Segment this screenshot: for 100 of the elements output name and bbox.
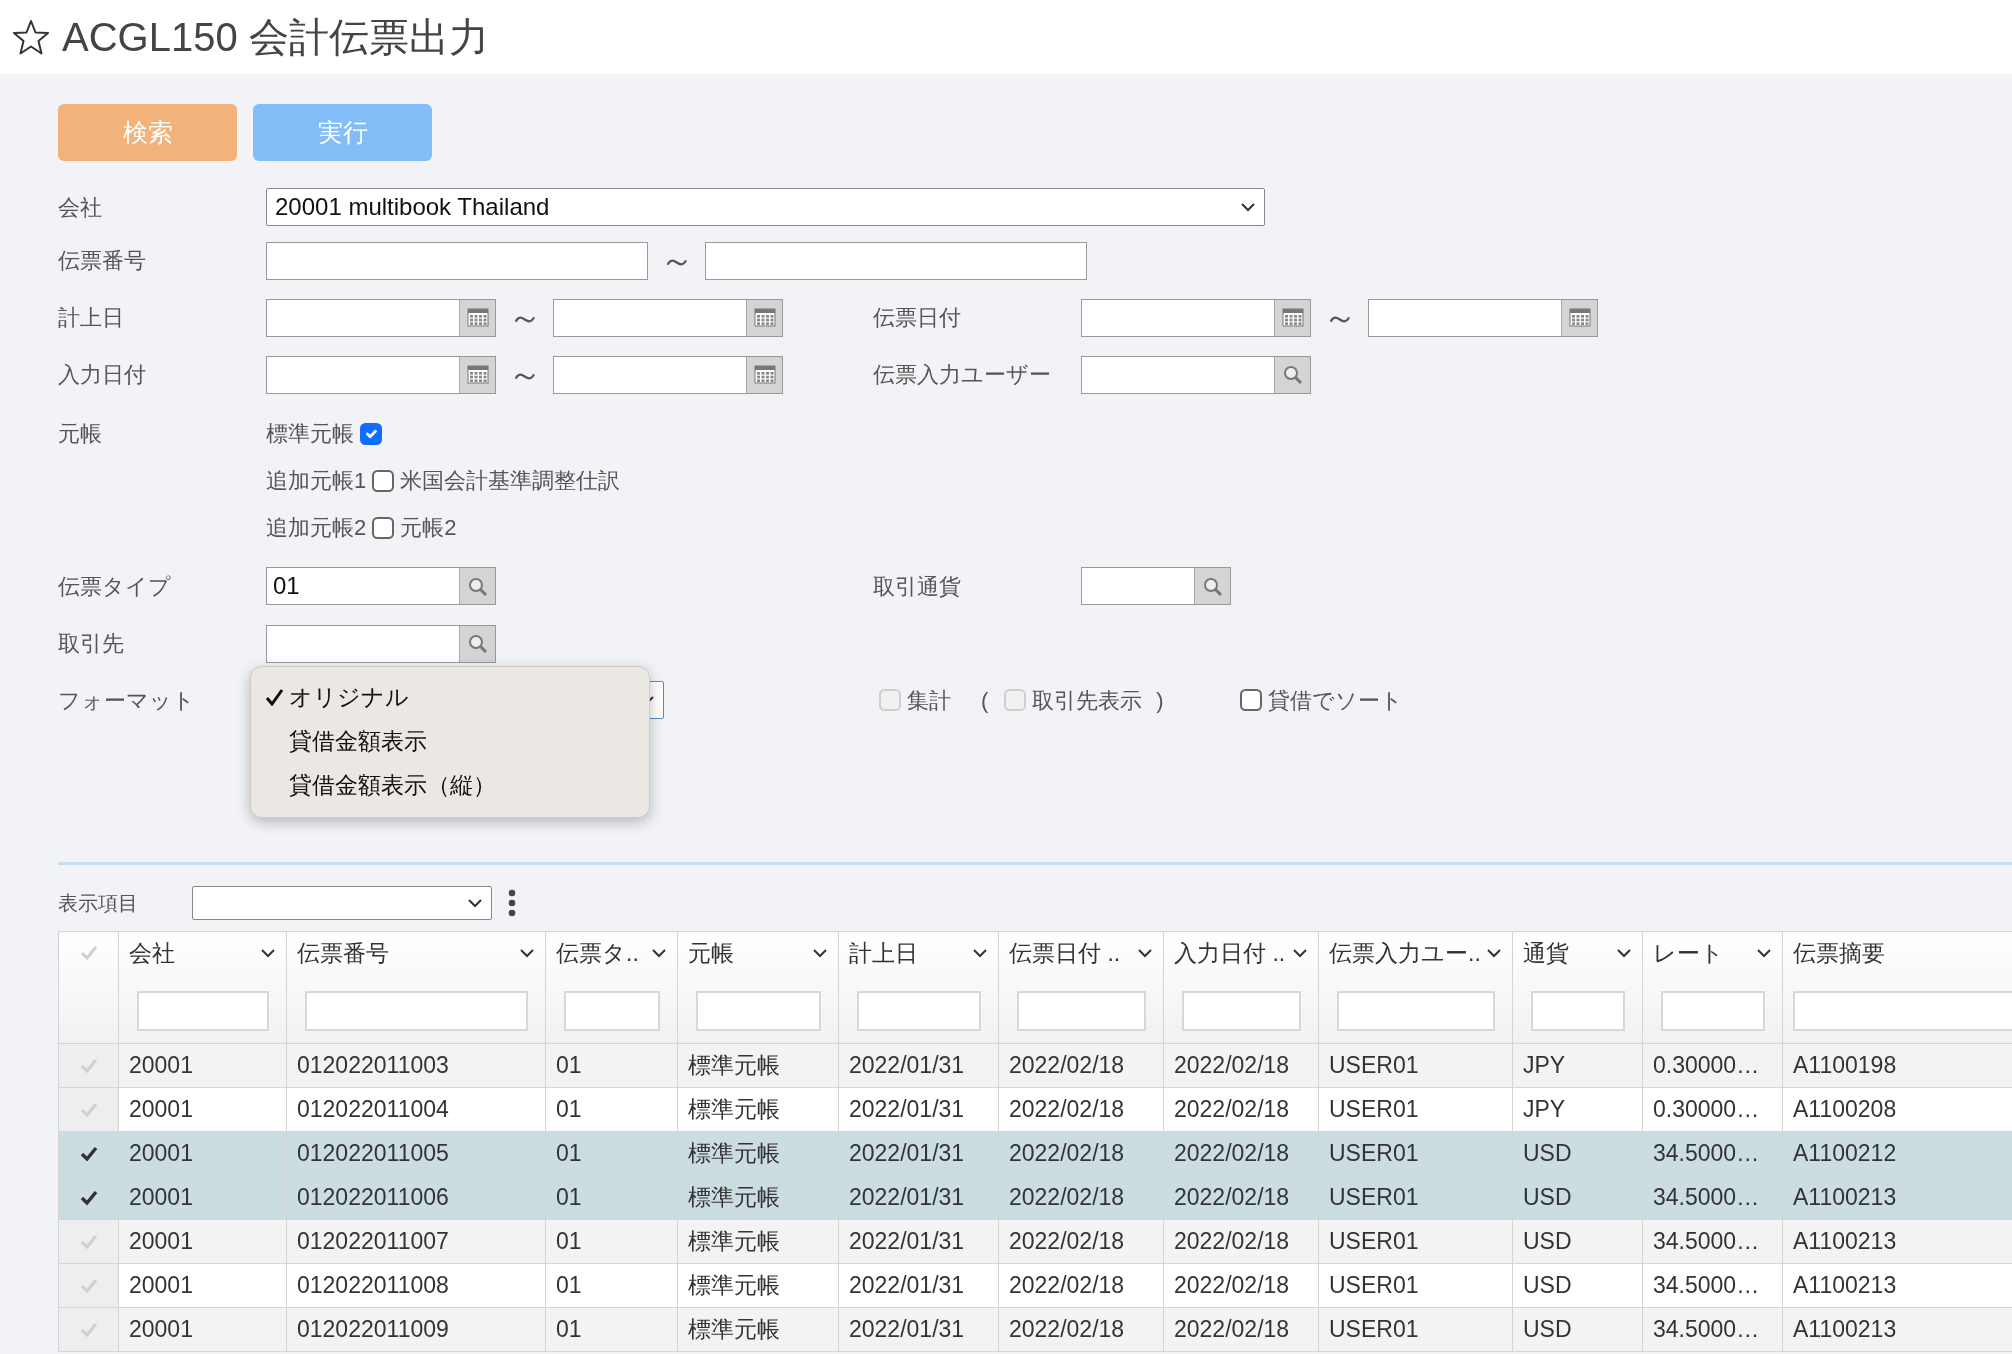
filter-field[interactable] <box>1181 990 1301 1031</box>
filter-field[interactable] <box>304 990 528 1031</box>
table-cell: USER01 <box>1318 1087 1513 1132</box>
sort-chevron-icon <box>651 947 667 960</box>
table-cell: 標準元帳 <box>677 1043 839 1088</box>
lookup-field[interactable] <box>1081 567 1231 605</box>
table-row[interactable]: 20001 012022011008 01 標準元帳 2022/01/31 2022/02/18 2022/02/18 USER01 USD 34.5000… A1100213 <box>58 1263 2012 1308</box>
filter-field[interactable] <box>563 990 660 1031</box>
more-options-icon[interactable] <box>508 889 516 917</box>
ledger-caption: 追加元帳2 <box>266 514 367 542</box>
column-header[interactable]: レート <box>1653 936 1724 971</box>
sort-chevron-icon <box>1292 947 1308 960</box>
table-row[interactable]: 20001 012022011009 01 標準元帳 2022/01/31 2022/02/18 2022/02/18 USER01 USD 34.5000… A1100213 <box>58 1307 2012 1352</box>
field-label: 計上日 <box>58 304 125 332</box>
table-cell: JPY <box>1512 1043 1643 1088</box>
table-cell: 2022/02/18 <box>998 1219 1164 1264</box>
filter-field[interactable] <box>1660 990 1765 1031</box>
lookup-field[interactable] <box>266 624 496 663</box>
table-cell: 01 <box>545 1131 678 1176</box>
table-cell: A1100213 <box>1782 1307 2012 1352</box>
table-cell: 標準元帳 <box>677 1219 839 1264</box>
table-cell: USER01 <box>1318 1263 1513 1308</box>
table-cell: A1100208 <box>1782 1087 2012 1132</box>
checkbox[interactable] <box>372 516 395 539</box>
table-cell: 2022/02/18 <box>1163 1175 1319 1220</box>
input-field[interactable]: 01 <box>267 568 459 604</box>
checkbox[interactable] <box>372 469 395 492</box>
input-field[interactable] <box>266 241 648 280</box>
sort-chevron-icon <box>260 947 276 960</box>
filter-field[interactable] <box>856 990 981 1031</box>
range-separator: ～ <box>506 297 543 338</box>
filter-field[interactable] <box>1336 990 1495 1031</box>
table-cell: 01 <box>545 1307 678 1352</box>
date-field[interactable] <box>1368 298 1598 337</box>
calendar-icon <box>753 307 776 328</box>
table-row[interactable]: 20001 012022011005 01 標準元帳 2022/01/31 2022/02/18 2022/02/18 USER01 USD 34.5000… A1100212 <box>58 1131 2012 1176</box>
check-icon <box>79 1277 98 1294</box>
column-header[interactable]: 伝票番号 <box>297 936 389 971</box>
table-row[interactable]: 20001 012022011003 01 標準元帳 2022/01/31 2022/02/18 2022/02/18 USER01 JPY 0.30000… A1100198 <box>58 1043 2012 1088</box>
checkbox[interactable] <box>360 422 382 445</box>
page-title: ACGL150 会計伝票出力 <box>62 17 489 57</box>
table-cell: USER01 <box>1318 1175 1513 1220</box>
table-cell: 2022/02/18 <box>998 1087 1164 1132</box>
column-header[interactable]: 計上日 <box>849 936 918 971</box>
check-icon <box>79 1145 98 1162</box>
table-cell: 01 <box>545 1219 678 1264</box>
table-cell: 2022/01/31 <box>838 1087 999 1132</box>
table-row[interactable]: 20001 012022011006 01 標準元帳 2022/01/31 2022/02/18 2022/02/18 USER01 USD 34.5000… A1100213 <box>58 1175 2012 1220</box>
column-header[interactable]: 伝票摘要 <box>1793 936 1885 971</box>
ledger-caption: 追加元帳1 <box>266 467 367 495</box>
checkbox-label: 元帳2 <box>400 514 457 542</box>
menu-option[interactable]: 貸借金額表示（縦） <box>251 763 649 807</box>
range-separator: ～ <box>506 354 543 395</box>
column-header[interactable]: 元帳 <box>688 936 734 971</box>
sort-chevron-icon <box>519 947 535 960</box>
filter-field[interactable] <box>1530 990 1625 1031</box>
column-header[interactable]: 伝票タ.. <box>556 936 639 971</box>
table-cell: A1100213 <box>1782 1175 2012 1220</box>
star-icon <box>12 18 50 56</box>
menu-option[interactable]: 貸借金額表示 <box>251 719 649 763</box>
check-icon <box>79 1101 98 1118</box>
sort-chevron-icon <box>1616 947 1632 960</box>
table-cell: 2022/01/31 <box>838 1263 999 1308</box>
table-cell: 34.5000… <box>1642 1219 1783 1264</box>
column-header[interactable]: 通貨 <box>1523 936 1569 971</box>
ledger-caption: 標準元帳 <box>266 420 354 448</box>
filter-field[interactable] <box>1016 990 1146 1031</box>
input-field[interactable] <box>705 241 1087 280</box>
filter-field[interactable] <box>695 990 821 1031</box>
table-cell: 20001 <box>118 1043 287 1088</box>
date-field[interactable] <box>553 298 783 337</box>
column-header[interactable]: 会社 <box>129 936 175 971</box>
table-cell: 34.5000… <box>1642 1131 1783 1176</box>
date-field[interactable] <box>266 298 496 337</box>
calendar-icon <box>466 364 489 385</box>
calendar-icon <box>1568 307 1591 328</box>
field-label: 取引通貨 <box>873 572 962 601</box>
field-label: 会社 <box>58 193 103 222</box>
date-field[interactable] <box>1081 298 1311 337</box>
filter-field[interactable] <box>136 990 269 1031</box>
table-cell: 2022/02/18 <box>998 1307 1164 1352</box>
checkbox[interactable] <box>1239 689 1262 711</box>
search-icon <box>1201 575 1224 597</box>
lookup-field[interactable]: 01 <box>266 567 496 605</box>
sort-chevron-icon <box>812 947 828 960</box>
display-items-select[interactable] <box>192 886 492 920</box>
table-row[interactable]: 20001 012022011004 01 標準元帳 2022/01/31 2022/02/18 2022/02/18 USER01 JPY 0.30000… A1100208 <box>58 1087 2012 1132</box>
range-separator: ～ <box>658 240 695 281</box>
field-label: 伝票番号 <box>58 247 147 275</box>
sort-chevron-icon <box>1756 947 1772 960</box>
company-select[interactable]: 20001 multibook Thailand <box>266 188 1265 226</box>
date-field[interactable] <box>266 355 496 394</box>
date-field[interactable] <box>553 355 783 394</box>
table-row[interactable]: 20001 012022011007 01 標準元帳 2022/01/31 2022/02/18 2022/02/18 USER01 USD 34.5000… A1100213 <box>58 1219 2012 1264</box>
table-cell: A1100213 <box>1782 1263 2012 1308</box>
select-all-check-icon <box>79 944 98 961</box>
menu-option[interactable]: オリジナル <box>251 675 649 719</box>
search-icon <box>466 633 489 654</box>
table-cell: A1100212 <box>1782 1131 2012 1176</box>
lookup-field[interactable] <box>1081 355 1311 394</box>
